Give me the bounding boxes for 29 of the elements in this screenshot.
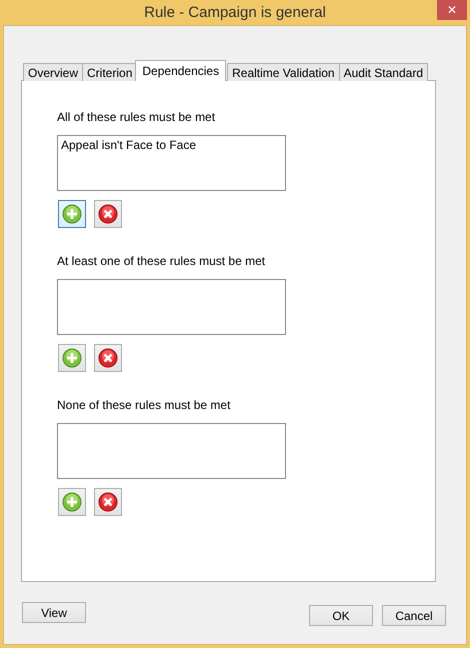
remove-icon xyxy=(98,204,118,224)
section-label: None of these rules must be met xyxy=(57,398,230,412)
close-button[interactable]: ✕ xyxy=(437,0,467,20)
tab[interactable]: Dependencies xyxy=(135,60,226,81)
remove-icon xyxy=(98,492,118,512)
tab[interactable]: Criterion xyxy=(82,63,138,81)
remove-button[interactable] xyxy=(94,488,122,516)
view-button[interactable]: View xyxy=(22,602,86,623)
window-title: Rule - Campaign is general xyxy=(144,4,326,21)
rule-list[interactable] xyxy=(57,279,286,335)
remove-icon xyxy=(98,348,118,368)
section-label: All of these rules must be met xyxy=(57,110,216,124)
add-icon xyxy=(62,348,82,368)
add-button[interactable] xyxy=(58,200,86,228)
add-button[interactable] xyxy=(58,344,86,372)
remove-button[interactable] xyxy=(94,200,122,228)
ok-button[interactable]: OK xyxy=(309,605,373,626)
tab[interactable]: Overview xyxy=(23,63,84,81)
tab[interactable]: Realtime Validation xyxy=(227,63,340,81)
rule-list[interactable] xyxy=(57,423,286,479)
add-icon xyxy=(62,492,82,512)
remove-button[interactable] xyxy=(94,344,122,372)
tab[interactable]: Audit Standard xyxy=(338,63,428,81)
add-button[interactable] xyxy=(58,488,86,516)
section-label: At least one of these rules must be met xyxy=(57,254,266,268)
add-icon xyxy=(62,204,82,224)
cancel-button[interactable]: Cancel xyxy=(382,605,446,626)
list-item[interactable]: Appeal isn't Face to Face xyxy=(61,138,282,152)
rule-list[interactable]: Appeal isn't Face to Face xyxy=(57,135,286,191)
